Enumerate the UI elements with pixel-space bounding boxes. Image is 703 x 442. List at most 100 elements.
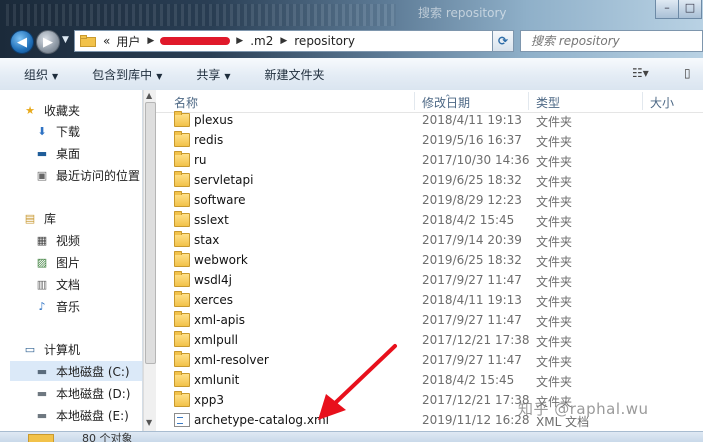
include-in-library-button[interactable]: 包含到库中 ▼: [82, 66, 172, 83]
arrow-left-icon: ◀: [17, 34, 27, 50]
pictures-icon: ▨: [36, 255, 48, 269]
file-type: 文件夹: [536, 255, 573, 269]
column-header-modified[interactable]: 修改日期: [422, 94, 470, 111]
nav-drive-c[interactable]: ▬ 本地磁盘 (C:): [10, 361, 142, 381]
recent-pages-dropdown[interactable]: ▼: [62, 35, 69, 45]
file-modified-date: 2017/9/27 11:47: [422, 353, 522, 367]
breadcrumb-separator-icon[interactable]: ▶: [143, 36, 158, 46]
watermark: 知乎 @raphal.wu: [518, 400, 649, 418]
navigation-pane: ★ 收藏夹 ⬇ 下载 ▬ 桌面 ▣ 最近访问的位置 ▤ 库 ▦ 视频 ▨ 图片 …: [0, 90, 143, 431]
preview-pane-icon[interactable]: ▯: [684, 66, 691, 80]
nav-label: 下载: [56, 124, 81, 139]
file-row[interactable]: xml-apis 2017/9/27 11:47 文件夹: [156, 310, 703, 330]
file-modified-date: 2018/4/11 19:13: [422, 293, 522, 307]
music-icon: ♪: [38, 299, 46, 313]
folder-icon: [174, 331, 190, 347]
object-count: 80 个对象: [82, 432, 133, 442]
file-name: plexus: [194, 113, 234, 127]
computer-icon: ▭: [24, 342, 36, 356]
file-modified-date: 2018/4/2 15:45: [422, 373, 515, 387]
column-divider[interactable]: [642, 92, 643, 110]
file-name: webwork: [194, 253, 248, 267]
file-type: 文件夹: [536, 195, 573, 209]
file-row[interactable]: software 2019/8/29 12:23 文件夹: [156, 190, 703, 210]
refresh-button[interactable]: ⟳: [492, 30, 514, 52]
maximize-icon[interactable]: □: [678, 0, 702, 19]
column-header-name[interactable]: 名称: [174, 94, 198, 111]
file-row[interactable]: stax 2017/9/14 20:39 文件夹: [156, 230, 703, 250]
minimize-icon[interactable]: –: [655, 0, 679, 19]
file-row[interactable]: ru 2017/10/30 14:36 文件夹: [156, 150, 703, 170]
file-row[interactable]: webwork 2019/6/25 18:32 文件夹: [156, 250, 703, 270]
search-box[interactable]: [520, 30, 703, 52]
column-header-type[interactable]: 类型: [536, 94, 560, 111]
back-button[interactable]: ◀: [10, 30, 34, 54]
navigation-scrollbar[interactable]: ▲ ▼: [143, 90, 156, 431]
file-modified-date: 2019/6/25 18:32: [422, 253, 522, 267]
file-name: stax: [194, 233, 220, 247]
chevron-down-icon: ▼: [52, 71, 59, 81]
nav-label: 图片: [56, 255, 81, 270]
drive-icon: ▬: [36, 408, 48, 422]
file-type: 文件夹: [536, 295, 573, 309]
column-divider[interactable]: [414, 92, 415, 110]
nav-label: 桌面: [56, 146, 81, 161]
organize-button[interactable]: 组织 ▼: [14, 66, 68, 83]
file-name: wsdl4j: [194, 273, 232, 287]
column-header-size[interactable]: 大小: [650, 94, 674, 111]
breadcrumb-users[interactable]: 用户: [113, 33, 143, 50]
download-folder-icon: ⬇: [37, 124, 47, 138]
breadcrumb-m2[interactable]: .m2: [247, 34, 276, 48]
file-type: 文件夹: [536, 355, 573, 369]
new-folder-button[interactable]: 新建文件夹: [255, 66, 335, 83]
breadcrumb-overflow[interactable]: «: [100, 34, 113, 48]
file-row[interactable]: xmlunit 2018/4/2 15:45 文件夹: [156, 370, 703, 390]
scroll-down-icon[interactable]: ▼: [146, 418, 152, 427]
folder-icon: [174, 131, 190, 147]
chevron-down-icon: ▼: [156, 71, 163, 81]
address-bar[interactable]: « 用户 ▶ ▶ .m2 ▶ repository ▼: [74, 30, 514, 52]
file-modified-date: 2017/9/27 11:47: [422, 313, 522, 327]
share-button[interactable]: 共享 ▼: [186, 66, 240, 83]
file-name: xpp3: [194, 393, 224, 407]
file-name: ru: [194, 153, 207, 167]
file-row[interactable]: xml-resolver 2017/9/27 11:47 文件夹: [156, 350, 703, 370]
file-row[interactable]: plexus 2018/4/11 19:13 文件夹: [156, 110, 703, 130]
nav-label: 收藏夹: [44, 103, 81, 118]
arrow-right-icon: ▶: [43, 34, 53, 50]
file-name: redis: [194, 133, 224, 147]
forward-button[interactable]: ▶: [36, 30, 60, 54]
file-type: 文件夹: [536, 315, 573, 329]
search-input[interactable]: [529, 33, 698, 49]
star-icon: ★: [25, 103, 35, 117]
column-divider[interactable]: [528, 92, 529, 110]
file-modified-date: 2018/4/11 19:13: [422, 113, 522, 127]
file-row[interactable]: xmlpull 2017/12/21 17:38 文件夹: [156, 330, 703, 350]
redacted-username: [160, 37, 231, 45]
file-name: software: [194, 193, 246, 207]
folder-icon: [174, 371, 190, 387]
file-modified-date: 2017/9/27 11:47: [422, 273, 522, 287]
breadcrumb-separator-icon[interactable]: ▶: [232, 36, 247, 46]
folder-icon: [174, 391, 190, 407]
folder-icon: [174, 291, 190, 307]
file-modified-date: 2019/11/12 16:28: [422, 413, 530, 427]
scroll-up-icon[interactable]: ▲: [146, 91, 152, 100]
breadcrumb-separator-icon[interactable]: ▶: [276, 36, 291, 46]
file-row[interactable]: servletapi 2019/6/25 18:32 文件夹: [156, 170, 703, 190]
file-row[interactable]: redis 2019/5/16 16:37 文件夹: [156, 130, 703, 150]
scrollbar-thumb[interactable]: [145, 102, 156, 364]
file-modified-date: 2018/4/2 15:45: [422, 213, 515, 227]
file-row[interactable]: sslext 2018/4/2 15:45 文件夹: [156, 210, 703, 230]
file-row[interactable]: wsdl4j 2017/9/27 11:47 文件夹: [156, 270, 703, 290]
file-type: 文件夹: [536, 335, 573, 349]
file-modified-date: 2017/10/30 14:36: [422, 153, 530, 167]
breadcrumb-repository[interactable]: repository: [291, 34, 358, 48]
view-options-icon[interactable]: ☷▾: [632, 66, 649, 80]
file-type: 文件夹: [536, 275, 573, 289]
include-in-library-label: 包含到库中: [92, 67, 153, 82]
nav-label: 本地磁盘 (D:): [56, 386, 131, 401]
share-label: 共享: [196, 67, 221, 82]
nav-label: 本地磁盘 (E:): [56, 408, 129, 423]
file-row[interactable]: xerces 2018/4/11 19:13 文件夹: [156, 290, 703, 310]
